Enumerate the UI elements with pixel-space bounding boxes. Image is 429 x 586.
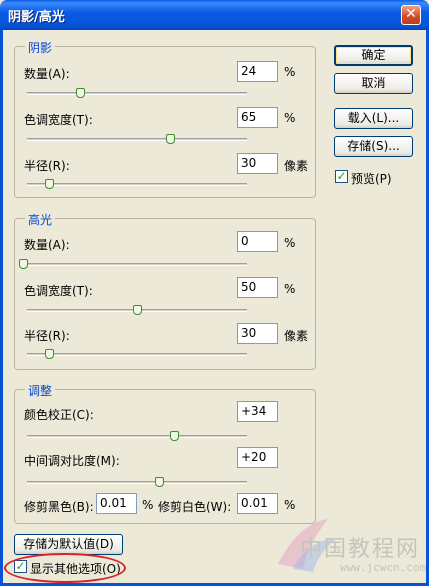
highlights-tonal-width-unit: % — [284, 282, 296, 296]
close-button[interactable]: ✕ — [401, 5, 421, 25]
shadows-tonal-width-label: 色调宽度(T): — [24, 113, 93, 127]
highlights-amount-label: 数量(A): — [24, 238, 70, 252]
watermark-text: 中国教程网 — [300, 537, 421, 562]
color-correction-slider[interactable] — [27, 435, 247, 438]
adjustments-group-title: 调整 — [25, 382, 56, 399]
preview-checkbox[interactable]: ✓ — [335, 170, 348, 183]
shadows-radius-input[interactable]: 30 — [237, 153, 278, 174]
shadows-tonal-width-thumb[interactable] — [166, 134, 175, 144]
preview-label[interactable]: 预览(P) — [351, 170, 392, 187]
shadows-amount-label: 数量(A): — [24, 67, 70, 81]
shadows-tonal-width-slider[interactable] — [27, 138, 247, 141]
shadows-amount-unit: % — [284, 65, 296, 79]
black-clip-label: 修剪黑色(B): — [24, 500, 94, 514]
shadows-radius-unit: 像素 — [284, 159, 309, 173]
shadows-amount-slider[interactable] — [27, 92, 247, 95]
shadows-tonal-width-input[interactable]: 65 — [237, 107, 278, 128]
highlights-radius-input[interactable]: 30 — [237, 323, 278, 344]
color-correction-thumb[interactable] — [170, 431, 180, 441]
shadows-radius-label: 半径(R): — [24, 159, 70, 173]
white-clip-unit: % — [284, 498, 296, 512]
color-correction-input[interactable]: +34 — [237, 401, 278, 422]
midtone-contrast-slider[interactable] — [27, 481, 247, 484]
window-title: 阴影/高光 — [8, 10, 65, 25]
title-bar: 阴影/高光 ✕ — [0, 0, 429, 30]
shadows-amount-thumb[interactable] — [75, 88, 85, 98]
save-button[interactable]: 存储(S)... — [334, 136, 413, 157]
highlights-tonal-width-thumb[interactable] — [133, 305, 142, 315]
white-clip-input[interactable]: 0.01 — [237, 493, 278, 514]
highlights-amount-slider[interactable] — [27, 263, 247, 266]
black-clip-unit: % — [142, 498, 154, 512]
load-button[interactable]: 载入(L)... — [334, 108, 413, 129]
highlights-amount-unit: % — [284, 236, 296, 250]
shadows-group-title: 阴影 — [25, 39, 56, 56]
highlight-ring — [4, 553, 126, 583]
shadows-radius-thumb[interactable] — [45, 179, 54, 189]
highlights-radius-thumb[interactable] — [45, 349, 54, 359]
highlights-radius-unit: 像素 — [284, 329, 309, 343]
highlights-tonal-width-label: 色调宽度(T): — [24, 284, 93, 298]
white-clip-label: 修剪白色(W): — [158, 500, 232, 514]
midtone-contrast-input[interactable]: +20 — [237, 447, 278, 468]
close-icon: ✕ — [405, 6, 417, 22]
black-clip-input[interactable]: 0.01 — [96, 493, 137, 514]
save-default-button[interactable]: 存储为默认值(D) — [14, 534, 123, 555]
cancel-button[interactable]: 取消 — [334, 73, 413, 94]
shadows-amount-input[interactable]: 24 — [237, 61, 278, 82]
highlights-amount-input[interactable]: 0 — [237, 231, 278, 252]
watermark-url: www.jcwcn.com — [340, 561, 427, 574]
highlights-radius-label: 半径(R): — [24, 329, 70, 343]
shadows-tonal-width-unit: % — [284, 111, 296, 125]
color-correction-label: 颜色校正(C): — [24, 408, 94, 422]
highlights-amount-thumb[interactable] — [19, 259, 28, 269]
highlights-tonal-width-input[interactable]: 50 — [237, 277, 278, 298]
highlights-group-title: 高光 — [25, 211, 56, 228]
midtone-contrast-thumb[interactable] — [155, 477, 164, 487]
ok-button[interactable]: 确定 — [334, 45, 413, 66]
highlights-radius-slider[interactable] — [27, 353, 247, 356]
midtone-contrast-label: 中间调对比度(M): — [24, 454, 120, 468]
shadows-radius-slider[interactable] — [27, 183, 247, 186]
